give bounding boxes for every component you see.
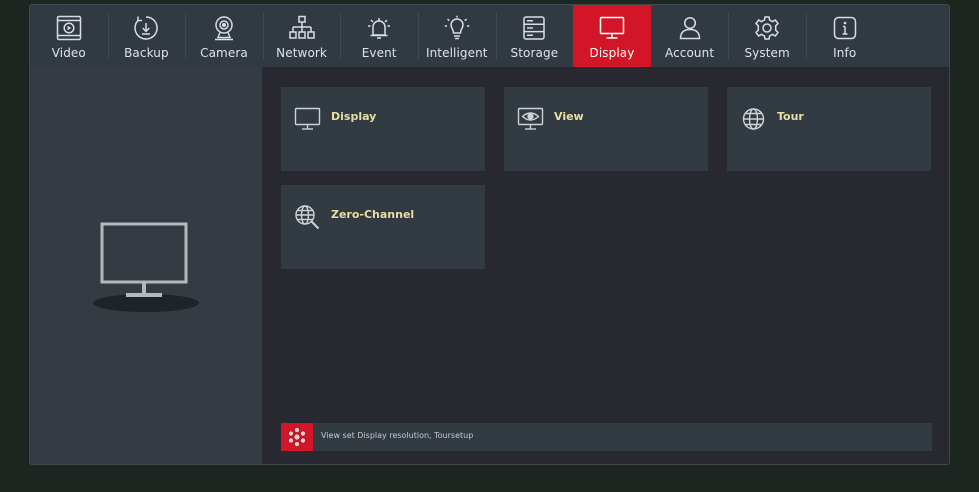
display-monitor-icon [599,16,625,39]
nav-label: Event [361,46,397,60]
tile-view[interactable]: View [504,87,708,171]
nav-item-network[interactable]: Network [262,5,341,67]
nav-item-storage[interactable]: Storage [495,5,574,67]
nav-item-intelligent[interactable]: Intelligent [417,5,496,67]
nav-item-system[interactable]: System [728,5,806,67]
nav-item-account[interactable]: Account [651,5,729,67]
hint-text: View set Display resolution, Toursetup [321,431,474,440]
hint-badge [281,423,313,451]
nav-item-event[interactable]: Event [340,5,418,67]
account-user-icon [679,16,700,40]
main-window: Video Backup Camera Network Event Intell… [29,4,950,465]
tile-label: Tour [777,110,804,123]
tile-label: Display [331,110,377,123]
backup-icon [134,16,159,40]
network-icon [288,15,315,39]
nav-item-display[interactable]: Display [573,5,651,72]
nav-label: Camera [200,46,248,60]
hint-bar: View set Display resolution, Toursetup [281,423,932,451]
tile-display[interactable]: Display [281,87,485,171]
nav-label: Intelligent [425,46,488,60]
monitor-illustration-icon [93,222,199,312]
tour-globe-icon [742,108,765,130]
storage-icon [523,16,546,40]
nav-item-backup[interactable]: Backup [107,5,186,67]
monitor-icon [294,107,321,130]
display-settings-content: Display View Tour Zero-Channel View set … [262,67,949,464]
nav-label: Network [276,46,327,60]
info-icon [833,16,856,40]
nav-label: System [744,46,790,60]
tile-label: Zero-Channel [331,208,415,221]
zero-channel-search-icon [295,205,320,230]
nav-label: Storage [510,46,559,60]
tile-label: View [554,110,584,123]
top-navigation-bar: Video Backup Camera Network Event Intell… [30,5,949,72]
camera-icon [214,16,233,41]
nav-label: Display [589,46,635,60]
system-gear-icon [755,16,780,40]
nav-label: Account [664,46,715,60]
tile-zero-channel[interactable]: Zero-Channel [281,185,485,269]
nav-label: Backup [124,46,169,60]
nav-label: Info [833,46,857,60]
view-eye-monitor-icon [517,107,544,130]
sidebar-preview [30,67,262,464]
nav-label: Video [51,46,86,60]
intelligent-bulb-icon [444,15,469,40]
nav-item-camera[interactable]: Camera [185,5,263,67]
video-icon [56,15,82,41]
event-alarm-icon [368,18,391,39]
nav-item-video[interactable]: Video [30,5,108,67]
nav-item-info[interactable]: Info [805,5,884,67]
display-settings-icon [288,427,306,447]
tile-tour[interactable]: Tour [727,87,931,171]
